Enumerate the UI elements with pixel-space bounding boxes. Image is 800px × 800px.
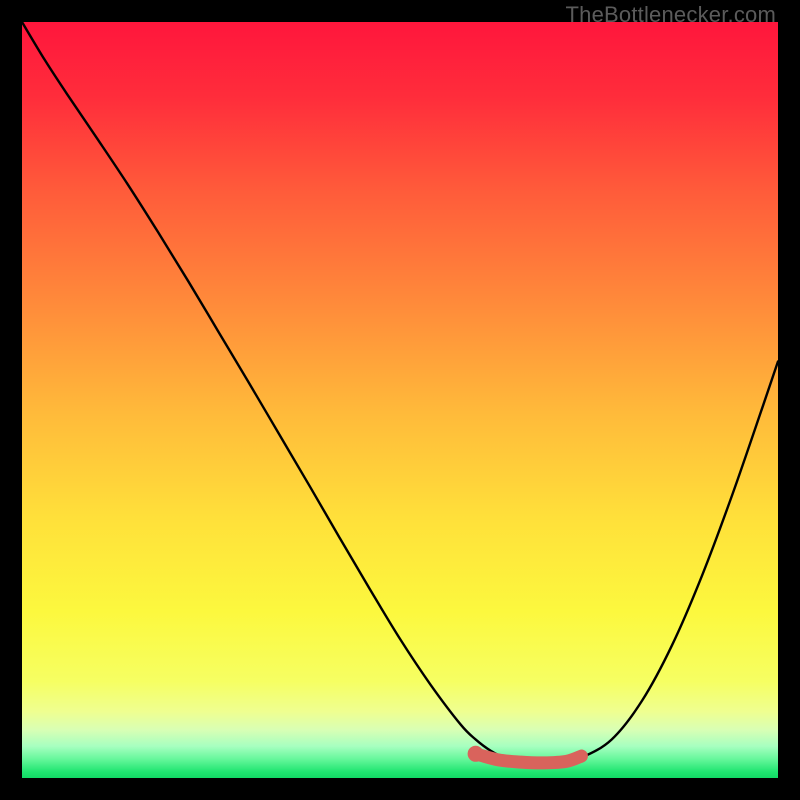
bottleneck-chart	[22, 22, 778, 778]
chart-frame	[22, 22, 778, 778]
optimal-start-dot	[468, 746, 484, 762]
gradient-background	[22, 22, 778, 778]
